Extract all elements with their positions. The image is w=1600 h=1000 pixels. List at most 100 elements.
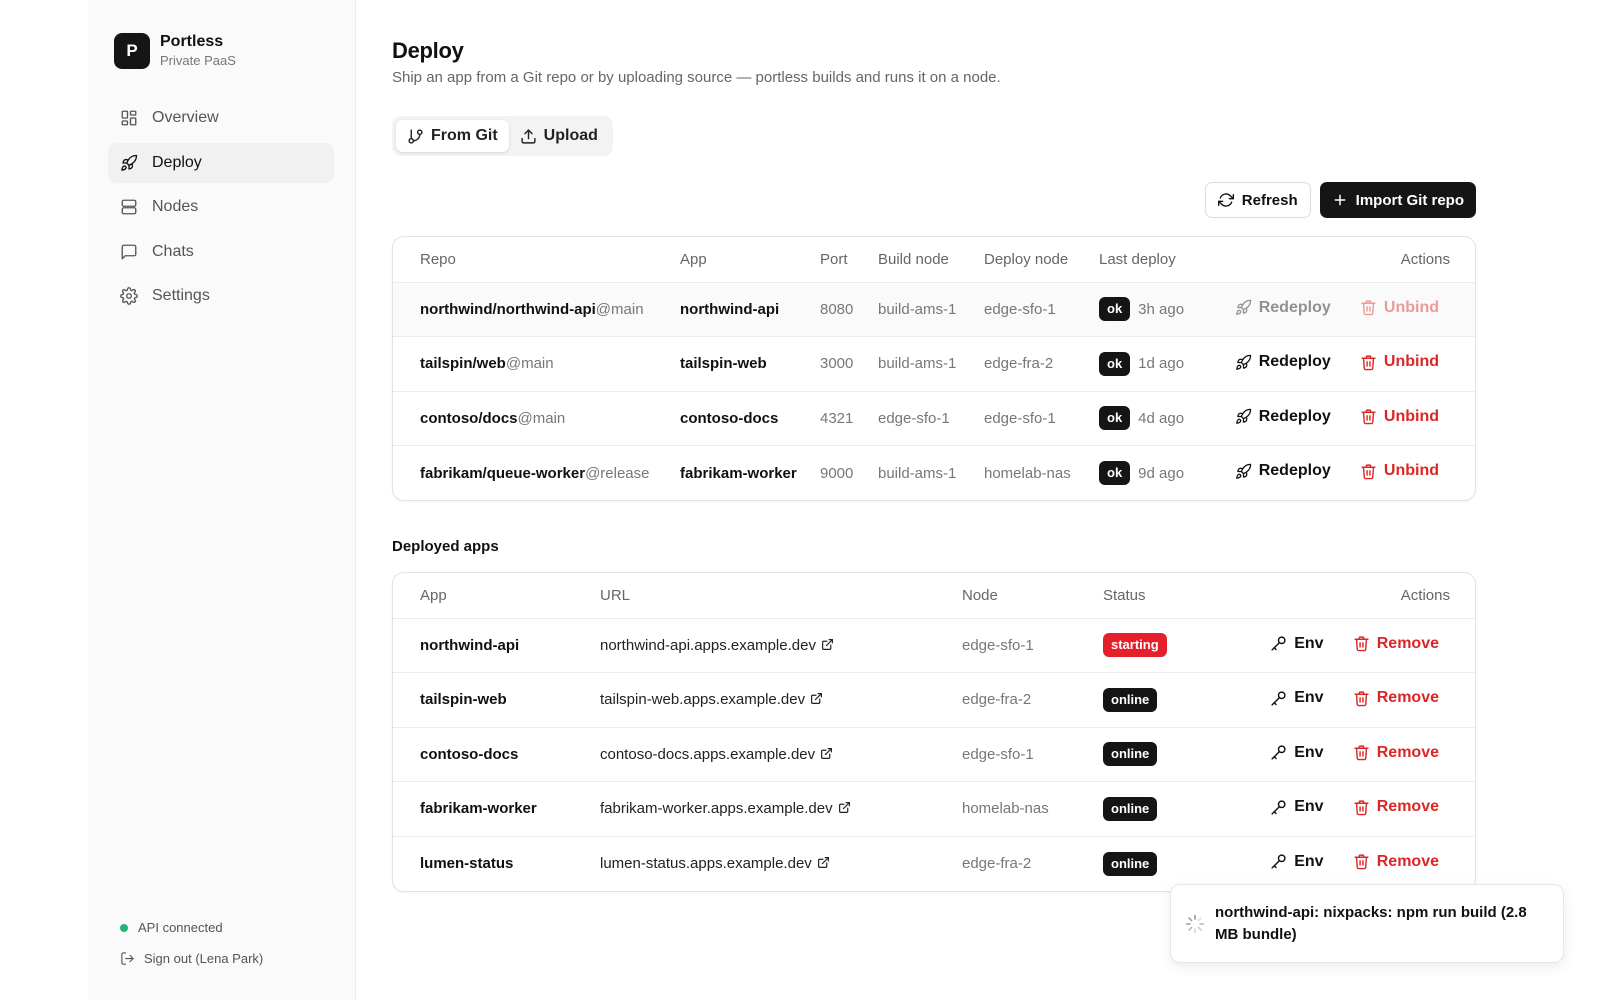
app-name: fabrikam-worker [393,781,600,837]
repos-table-card: Repo App Port Build node Deploy node Las… [392,236,1476,501]
refresh-icon [1217,193,1234,207]
table-row[interactable]: fabrikam-worker fabrikam-worker.apps.exa… [393,781,1475,837]
table-row[interactable]: tailspin-web tailspin-web.apps.example.d… [393,672,1475,728]
sidebar-item-settings[interactable]: Settings [108,276,334,316]
deploy-node: edge-sfo-1 [984,391,1099,446]
column-header: Actions [1232,237,1475,283]
sign-out-link[interactable]: Sign out (Lena Park) [120,951,263,966]
env-button[interactable]: Env [1270,743,1324,762]
key-icon [1271,636,1286,651]
remove-button[interactable]: Remove [1353,635,1439,653]
app-url-link[interactable]: lumen-status.apps.example.dev [600,855,830,872]
import-git-repo-button[interactable]: Import Git repo [1319,182,1476,218]
remove-button[interactable]: Remove [1353,689,1439,707]
repo-name: fabrikam/queue-worker [420,464,586,482]
brand-subtitle: Private PaaS [160,53,236,68]
app-url-link[interactable]: tailspin-web.apps.example.dev [600,691,823,708]
external-link-icon [811,693,823,705]
source-tabs: From Git Upload [392,116,613,156]
env-button[interactable]: Env [1270,798,1324,816]
toast-message: northwind-api: nixpacks: npm run build (… [1215,903,1527,943]
table-row[interactable]: contoso-docs contoso-docs.apps.example.d… [393,727,1475,782]
status-badge: ok [1099,461,1131,485]
sidebar-item-label: Nodes [152,198,199,215]
trash-icon [1361,409,1376,425]
redeploy-button[interactable]: Redeploy [1235,299,1331,317]
brand: P Portless Private PaaS [114,32,236,69]
repo-name: northwind/northwind-api [420,300,596,318]
trash-icon [1361,300,1376,316]
table-row[interactable]: northwind/northwind-api@main northwind-a… [393,282,1475,337]
env-label: Env [1294,743,1324,761]
node-name: homelab-nas [962,781,1103,837]
deployed-apps-table: App URL Node Status Actions northwind-ap… [393,573,1475,891]
server-icon [121,199,137,215]
app-url: contoso-docs.apps.example.dev [600,745,816,763]
env-button[interactable]: Env [1270,635,1324,653]
table-row[interactable]: northwind-api northwind-api.apps.example… [393,618,1475,673]
last-deploy-time: 9d ago [1138,464,1185,482]
status-badge: ok [1099,351,1131,376]
redeploy-label: Redeploy [1258,353,1331,370]
table-row[interactable]: fabrikam/queue-worker@release fabrikam-w… [393,446,1475,501]
repos-table: Repo App Port Build node Deploy node Las… [393,237,1475,501]
tab-from-git[interactable]: From Git [396,120,509,152]
remove-button[interactable]: Remove [1353,853,1439,871]
table-header-row: App URL Node Status Actions [393,573,1475,619]
sidebar-item-chats[interactable]: Chats [108,232,334,272]
build-node: build-ams-1 [878,282,984,337]
plus-icon [1334,194,1346,206]
unbind-label: Unbind [1383,407,1439,425]
repo-name: tailspin/web [420,355,506,373]
redeploy-button[interactable]: Redeploy [1235,462,1331,480]
remove-button[interactable]: Remove [1353,744,1439,762]
table-header-row: Repo App Port Build node Deploy node Las… [393,237,1475,283]
last-deploy-time: 3h ago [1138,300,1185,318]
refresh-button[interactable]: Refresh [1204,182,1311,218]
app-name: tailspin-web [393,672,600,728]
app-name: tailspin-web [680,336,820,392]
table-row[interactable]: tailspin/web@main tailspin-web 3000 buil… [393,336,1475,392]
table-row[interactable]: contoso/docs@main contoso-docs 4321 edge… [393,391,1475,446]
port: 9000 [820,464,854,482]
gear-icon [120,287,138,305]
sidebar-item-overview[interactable]: Overview [108,98,334,138]
trash-icon [1354,690,1369,706]
port: 8080 [820,282,878,337]
env-button[interactable]: Env [1270,689,1324,707]
column-header: Last deploy [1099,237,1232,283]
column-header: Port [820,237,878,283]
remove-label: Remove [1376,634,1439,652]
trash-icon [1354,745,1369,761]
column-header: URL [600,573,962,619]
table-row[interactable]: lumen-status lumen-status.apps.example.d… [393,836,1475,891]
spinner-icon [1185,914,1205,933]
external-link-icon [838,802,850,814]
remove-button[interactable]: Remove [1353,798,1439,816]
app-url: lumen-status.apps.example.dev [600,855,812,872]
repo-branch: @main [517,409,566,427]
unbind-button[interactable]: Unbind [1360,299,1439,317]
sidebar-item-deploy[interactable]: Deploy [108,142,334,183]
redeploy-button[interactable]: Redeploy [1235,408,1331,426]
rocket-icon [1235,299,1251,315]
api-status-text: API connected [138,920,223,935]
build-node: build-ams-1 [878,336,984,392]
sidebar-item-label: Settings [152,287,210,304]
app-url-link[interactable]: fabrikam-worker.apps.example.dev [600,800,851,817]
unbind-button[interactable]: Unbind [1360,462,1439,480]
redeploy-label: Redeploy [1258,462,1331,480]
key-icon [1271,690,1286,706]
sidebar-item-nodes[interactable]: Nodes [108,187,334,227]
unbind-button[interactable]: Unbind [1360,353,1439,371]
env-button[interactable]: Env [1270,853,1324,871]
app-url-link[interactable]: contoso-docs.apps.example.dev [600,746,833,763]
tab-upload[interactable]: Upload [509,120,609,152]
redeploy-button[interactable]: Redeploy [1235,353,1331,371]
app-url-link[interactable]: northwind-api.apps.example.dev [600,637,834,654]
unbind-button[interactable]: Unbind [1360,408,1439,426]
deploy-node: edge-sfo-1 [984,282,1099,337]
key-icon [1271,854,1286,869]
tab-label: Upload [543,127,598,144]
status-badge: online [1103,742,1158,767]
